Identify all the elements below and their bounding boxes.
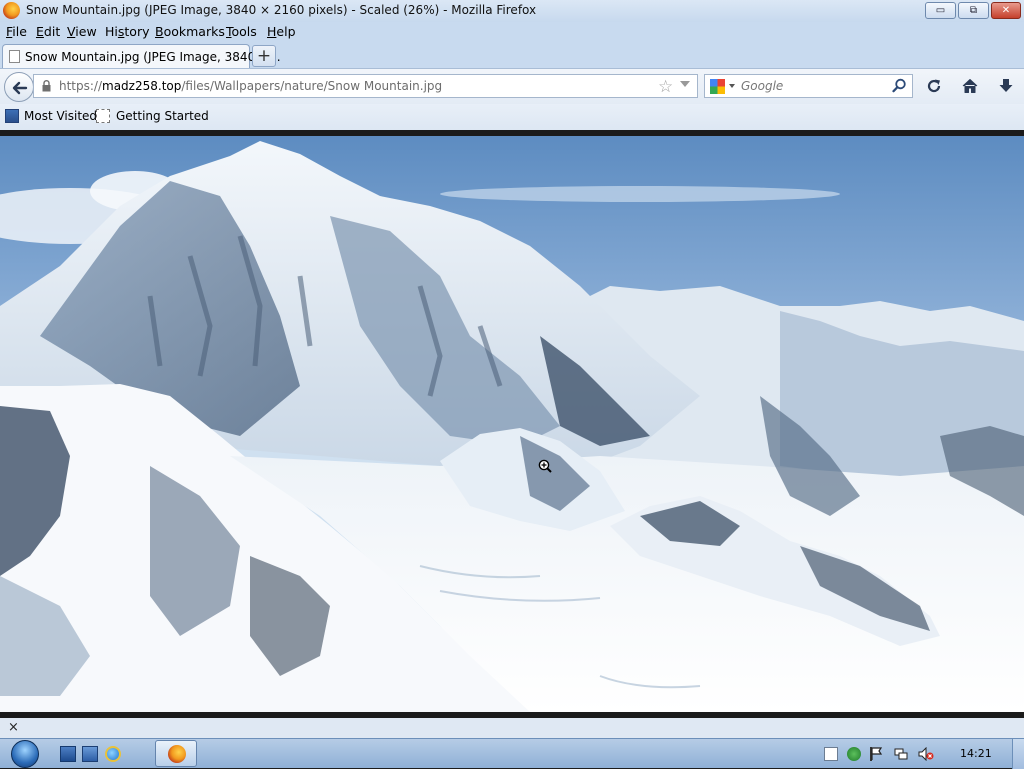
addon-bar-close-icon[interactable]: × <box>8 720 19 735</box>
menu-bar: File Edit View History Bookmarks Tools H… <box>0 22 1024 42</box>
flag-icon <box>871 747 883 760</box>
tab-snow-mountain[interactable]: Snow Mountain.jpg (JPEG Image, 3840 ×... <box>2 44 281 68</box>
url-scheme: https:// <box>59 79 103 93</box>
menu-tools-label: ools <box>231 24 257 39</box>
volume-muted-tray-icon[interactable] <box>918 746 934 762</box>
engine-dropdown-icon[interactable] <box>729 84 735 88</box>
bookmark-getting-started[interactable]: Getting Started <box>116 109 209 123</box>
menu-edit-accesskey: E <box>36 24 44 39</box>
image-viewer[interactable] <box>0 136 1024 712</box>
search-bar[interactable]: Google <box>704 74 913 98</box>
home-icon[interactable] <box>961 77 979 95</box>
close-icon: ✕ <box>1001 5 1011 16</box>
menu-view-label: iew <box>75 24 97 39</box>
menu-history[interactable]: History <box>105 24 149 39</box>
page-icon <box>9 50 20 63</box>
restore-icon: ⧉ <box>969 5 978 16</box>
menu-history-post: tory <box>124 24 150 39</box>
tab-label: Snow Mountain.jpg (JPEG Image, 3840 ×... <box>25 50 281 64</box>
url-dropdown-icon[interactable] <box>680 81 690 87</box>
new-tab-button[interactable]: + <box>252 45 276 67</box>
getting-started-icon <box>96 109 110 123</box>
bookmark-most-visited[interactable]: Most Visited <box>24 109 97 123</box>
menu-help-accesskey: H <box>267 24 277 39</box>
google-engine-icon[interactable] <box>710 79 725 94</box>
action-center-flag-icon[interactable] <box>870 747 884 761</box>
addon-bar: × <box>0 718 1024 738</box>
lock-icon[interactable] <box>42 80 51 92</box>
close-button[interactable]: ✕ <box>991 2 1021 19</box>
search-input[interactable]: Google <box>741 79 783 93</box>
internet-explorer-icon[interactable] <box>105 746 121 762</box>
search-icon[interactable] <box>892 78 907 93</box>
window-title: Snow Mountain.jpg (JPEG Image, 3840 × 21… <box>26 3 537 17</box>
taskbar-firefox-button[interactable] <box>155 740 197 767</box>
windows-logo-icon <box>11 740 39 768</box>
bookmark-star-icon[interactable]: ☆ <box>658 77 673 97</box>
show-desktop-button[interactable] <box>1012 739 1024 769</box>
menu-tools[interactable]: Tools <box>226 24 257 39</box>
tab-strip: Snow Mountain.jpg (JPEG Image, 3840 ×...… <box>0 42 1024 68</box>
network-icon <box>894 748 908 760</box>
navigation-bar: https://madz258.top/files/Wallpapers/nat… <box>0 68 1024 104</box>
url-path: /files/Wallpapers/nature/Snow Mountain.j… <box>181 79 443 93</box>
minimize-button[interactable]: ▭ <box>925 2 956 19</box>
windows-taskbar: 14:21 <box>0 738 1024 769</box>
url-text[interactable]: https://madz258.top/files/Wallpapers/nat… <box>59 79 442 93</box>
back-arrow-icon <box>12 81 28 95</box>
zoom-in-cursor-icon <box>538 459 552 473</box>
start-button[interactable] <box>8 739 44 769</box>
restore-button[interactable]: ⧉ <box>958 2 989 19</box>
network-tray-icon[interactable] <box>894 747 908 761</box>
menu-bookmarks-label: ookmarks <box>163 24 225 39</box>
back-button[interactable] <box>4 72 34 102</box>
url-bar[interactable]: https://madz258.top/files/Wallpapers/nat… <box>33 74 698 98</box>
menu-bookmarks-accesskey: B <box>155 24 164 39</box>
taskbar-clock[interactable]: 14:21 <box>960 747 992 760</box>
speaker-muted-icon <box>918 746 934 762</box>
menu-help[interactable]: Help <box>267 24 296 39</box>
show-desktop-quicklaunch-icon[interactable] <box>60 746 76 762</box>
document-tray-icon[interactable] <box>824 747 838 761</box>
menu-file[interactable]: File <box>6 24 27 39</box>
security-tray-icon[interactable] <box>847 747 861 761</box>
menu-history-pre: Hi <box>105 24 118 39</box>
firefox-logo-icon[interactable] <box>3 2 20 19</box>
firefox-taskbar-icon <box>168 745 186 763</box>
downloads-icon[interactable] <box>998 77 1014 95</box>
menu-bookmarks[interactable]: Bookmarks <box>155 24 225 39</box>
menu-view[interactable]: View <box>67 24 97 39</box>
bookmarks-toolbar: Most Visited Getting Started <box>0 104 1024 130</box>
title-bar: Snow Mountain.jpg (JPEG Image, 3840 × 21… <box>0 0 1024 22</box>
menu-edit[interactable]: Edit <box>36 24 60 39</box>
menu-help-label: elp <box>276 24 296 39</box>
url-host: madz258.top <box>102 79 182 93</box>
menu-edit-label: dit <box>43 24 61 39</box>
snow-mountain-image[interactable] <box>0 136 1024 712</box>
most-visited-icon <box>5 109 19 123</box>
minimize-icon: ▭ <box>935 5 946 16</box>
reload-icon[interactable] <box>925 77 943 95</box>
menu-file-label: ile <box>12 24 27 39</box>
switch-windows-icon[interactable] <box>82 746 98 762</box>
